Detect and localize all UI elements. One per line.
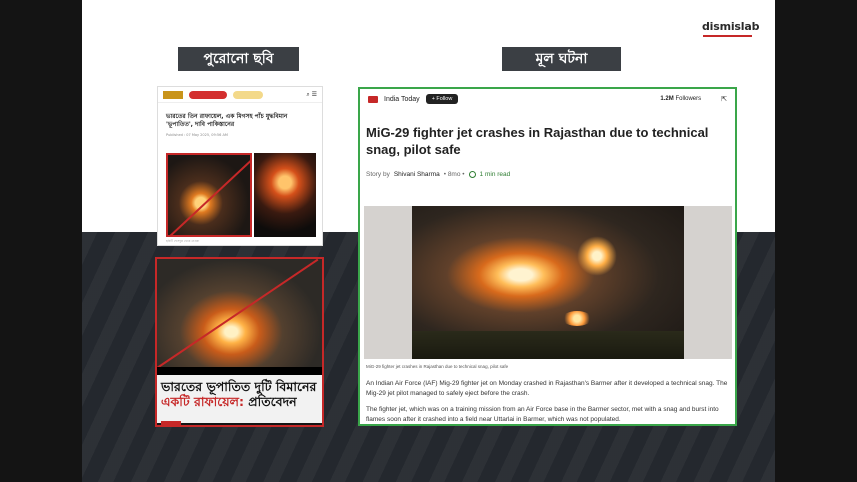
follow-button[interactable]: + Follow <box>425 94 459 104</box>
old-photo-explosion <box>254 153 316 237</box>
right-letterbox <box>775 0 857 482</box>
actual-event-label: মূল ঘটনা <box>502 47 621 71</box>
article-paragraph: The fighter jet, which was on a training… <box>366 406 719 423</box>
brand-logo: dismislab <box>702 20 760 33</box>
ground <box>412 331 684 359</box>
news-headline-highlight: একটি রাফায়েল: <box>161 394 244 409</box>
article-photo <box>364 206 732 359</box>
old-photo-caption: ছবিটি ফেসবুক থেকে নেওয়া <box>166 239 200 243</box>
article-paragraph: An Indian Air Force (IAF) Mig-29 fighter… <box>366 380 728 397</box>
news-headline-rest: প্রতিবেদন <box>243 394 297 409</box>
news-photo-fire <box>157 259 322 371</box>
crash-photo <box>412 206 684 359</box>
old-article-photos <box>166 153 316 237</box>
old-image-label: পুরোনো ছবি <box>178 47 299 71</box>
news-card: ভারতের ভূপাতিত দুটি বিমানের একটি রাফায়ে… <box>155 257 324 427</box>
old-nav-pill <box>189 90 227 99</box>
old-article-meta: Published : 07 May 2025, 09:56 AM <box>166 133 228 137</box>
actual-article-screenshot: India Today + Follow 1.2M Followers ⇱ Mi… <box>358 87 737 426</box>
article-body: An Indian Air Force (IAF) Mig-29 fighter… <box>366 379 732 424</box>
old-article-topbar: ⌕ ☰ <box>158 87 322 103</box>
news-strip <box>157 367 322 375</box>
article-age: • 8mo • <box>443 171 465 178</box>
news-headline-line2: একটি রাফায়েল: প্রতিবেদন <box>161 394 318 409</box>
news-headline-line1: ভারতের ভূপাতিত দুটি বিমানের <box>161 379 317 394</box>
photo-caption: MiG-29 fighter jet crashes in Rajasthan … <box>366 364 509 369</box>
left-letterbox <box>0 0 82 482</box>
clock-icon <box>468 171 476 178</box>
old-site-logo <box>163 90 183 99</box>
source-logo-icon <box>368 95 378 103</box>
article-topbar: India Today + Follow 1.2M Followers ⇱ <box>360 89 735 109</box>
search-menu-icon: ⌕ ☰ <box>306 90 317 98</box>
old-nav-pill <box>233 90 263 99</box>
news-headline: ভারতের ভূপাতিত দুটি বিমানের একটি রাফায়ে… <box>157 375 322 423</box>
flame <box>577 236 617 276</box>
article-byline: Story by Shivani Sharma • 8mo • 1 min re… <box>366 171 510 178</box>
old-article-title: ভারতের তিন রাফায়েল, এক মিগসহ পাঁচ যুদ্ধ… <box>166 113 288 128</box>
old-photo-fire <box>166 153 252 237</box>
author-name[interactable]: Shivani Sharma <box>394 171 440 178</box>
article-title: MiG-29 fighter jet crashes in Rajasthan … <box>366 125 709 157</box>
flame <box>562 311 592 326</box>
cross-out-line <box>157 259 319 369</box>
share-icon[interactable]: ⇱ <box>721 95 727 103</box>
brand-underline <box>703 35 752 37</box>
news-channel-logo <box>161 421 181 425</box>
followers-count: 1.2M Followers <box>660 96 702 102</box>
read-time: 1 min read <box>479 171 511 178</box>
byline-prefix: Story by <box>366 171 390 178</box>
old-article-screenshot: ⌕ ☰ ভারতের তিন রাফায়েল, এক মিগসহ পাঁচ য… <box>157 86 323 246</box>
source-name[interactable]: India Today <box>384 96 420 103</box>
cross-out-line <box>168 155 250 235</box>
